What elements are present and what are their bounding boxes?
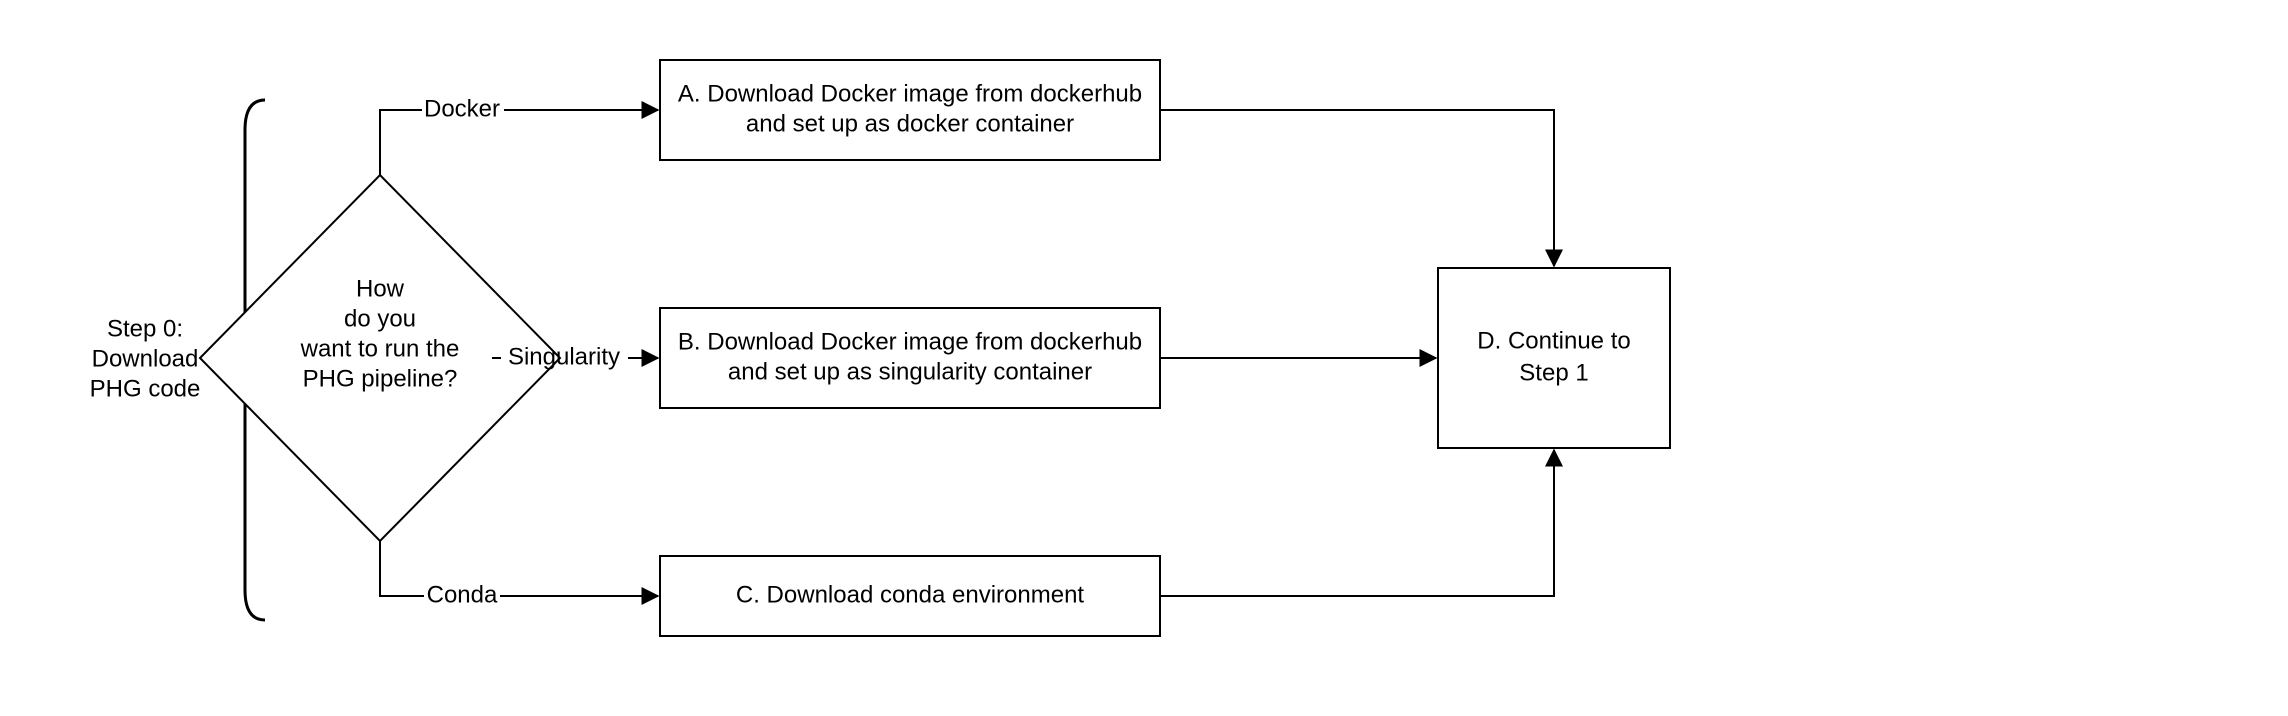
edge-a-to-d — [1160, 110, 1554, 266]
node-a-line-1: A. Download Docker image from dockerhub — [678, 80, 1142, 107]
decision-node: How do you want to run the PHG pipeline? — [200, 175, 560, 541]
flowchart-diagram: Step 0: Download PHG code How do you wan… — [0, 0, 2288, 716]
decision-line-1: How — [356, 275, 405, 302]
node-c: C. Download conda environment — [660, 556, 1160, 636]
step-title: Step 0: Download PHG code — [90, 315, 201, 402]
edge-singularity-label: Singularity — [508, 343, 620, 370]
node-d-line-1: D. Continue to — [1477, 327, 1630, 354]
node-b-line-1: B. Download Docker image from dockerhub — [678, 328, 1142, 355]
edge-conda-label: Conda — [427, 581, 498, 608]
decision-line-4: PHG pipeline? — [303, 365, 458, 392]
edge-conda: Conda — [380, 541, 658, 608]
title-line-1: Step 0: — [107, 315, 183, 342]
title-line-3: PHG code — [90, 375, 201, 402]
node-b-line-2: and set up as singularity container — [728, 358, 1092, 385]
node-d: D. Continue to Step 1 — [1438, 268, 1670, 448]
edge-docker: Docker — [380, 95, 658, 175]
node-a: A. Download Docker image from dockerhub … — [660, 60, 1160, 160]
edge-singularity: Singularity — [492, 343, 658, 370]
node-c-line-1: C. Download conda environment — [736, 581, 1085, 608]
title-line-2: Download — [92, 345, 199, 372]
decision-line-3: want to run the — [300, 335, 460, 362]
edge-c-to-d — [1160, 450, 1554, 596]
node-a-line-2: and set up as docker container — [746, 110, 1074, 137]
edge-docker-label: Docker — [424, 95, 500, 122]
node-d-line-2: Step 1 — [1519, 359, 1588, 386]
node-b: B. Download Docker image from dockerhub … — [660, 308, 1160, 408]
decision-line-2: do you — [344, 305, 416, 332]
